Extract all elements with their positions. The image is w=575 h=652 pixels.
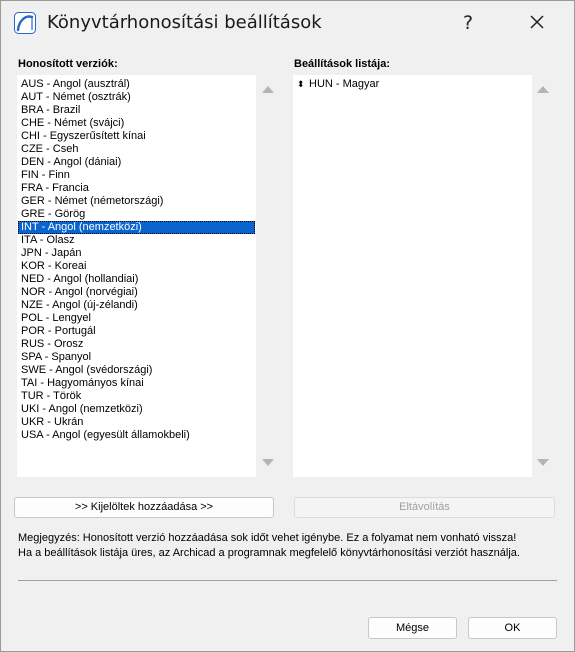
list-item[interactable]: NZE - Angol (új-zélandi) [18, 299, 255, 312]
list-item[interactable]: SPA - Spanyol [18, 351, 255, 364]
note-line-2: Ha a beállítások listája üres, az Archic… [18, 547, 520, 559]
add-selected-button[interactable]: >> Kijelöltek hozzáadása >> [14, 497, 274, 518]
list-item[interactable]: TUR - Török [18, 390, 255, 403]
list-item[interactable]: JPN - Japán [18, 247, 255, 260]
window-title: Könyvtárhonosítási beállítások [47, 12, 322, 33]
list-item[interactable]: GER - Német (németországi) [18, 195, 255, 208]
list-item[interactable]: AUS - Angol (ausztrál) [18, 78, 255, 91]
list-item[interactable]: GRE - Görög [18, 208, 255, 221]
list-item[interactable]: KOR - Koreai [18, 260, 255, 273]
list-item[interactable]: FRA - Francia [18, 182, 255, 195]
help-button[interactable]: ? [453, 10, 483, 36]
title-bar[interactable]: Könyvtárhonosítási beállítások ? [1, 1, 574, 45]
list-item[interactable]: CHI - Egyszerűsített kínai [18, 130, 255, 143]
settings-list[interactable]: ⬍ HUN - Magyar [293, 75, 532, 477]
list-item[interactable]: RUS - Orosz [18, 338, 255, 351]
list-item[interactable]: ⬍ HUN - Magyar [294, 78, 531, 91]
dialog-window: Könyvtárhonosítási beállítások ? Honosít… [0, 0, 575, 652]
list-item[interactable]: ITA - Olasz [18, 234, 255, 247]
cancel-button[interactable]: Mégse [368, 617, 457, 639]
list-item[interactable]: SWE - Angol (svédországi) [18, 364, 255, 377]
list-item[interactable]: POL - Lengyel [18, 312, 255, 325]
list-item-label: HUN - Magyar [309, 78, 380, 90]
list-item[interactable]: NED - Angol (hollandiai) [18, 273, 255, 286]
right-scroll-down-icon[interactable] [537, 459, 549, 466]
ok-button[interactable]: OK [468, 617, 557, 639]
list-item[interactable]: USA - Angol (egyesült államokbeli) [18, 429, 255, 442]
list-item[interactable]: CHE - Német (svájci) [18, 117, 255, 130]
list-item[interactable]: FIN - Finn [18, 169, 255, 182]
list-item[interactable]: AUT - Német (osztrák) [18, 91, 255, 104]
list-item[interactable]: NOR - Angol (norvégiai) [18, 286, 255, 299]
localized-versions-label: Honosított verziók: [18, 58, 118, 70]
archicad-app-icon [14, 12, 36, 34]
localized-versions-list[interactable]: AUS - Angol (ausztrál) AUT - Német (osztr… [17, 75, 256, 477]
list-item[interactable]: INT - Angol (nemzetközi) [18, 221, 255, 234]
settings-list-label: Beállítások listája: [294, 58, 390, 70]
list-item[interactable]: TAI - Hagyományos kínai [18, 377, 255, 390]
list-item[interactable]: UKR - Ukrán [18, 416, 255, 429]
note-text: Megjegyzés: Honosított verzió hozzáadása… [18, 531, 558, 561]
left-scroll-up-icon[interactable] [262, 86, 274, 93]
list-item[interactable]: POR - Portugál [18, 325, 255, 338]
drag-handle-icon[interactable]: ⬍ [297, 78, 309, 91]
close-icon[interactable] [522, 10, 552, 36]
footer-divider [18, 580, 557, 581]
left-scroll-down-icon[interactable] [262, 459, 274, 466]
list-item[interactable]: UKI - Angol (nemzetközi) [18, 403, 255, 416]
note-line-1: Megjegyzés: Honosított verzió hozzáadása… [18, 532, 517, 544]
remove-button[interactable]: Eltávolítás [294, 497, 555, 518]
list-item[interactable]: DEN - Angol (dániai) [18, 156, 255, 169]
right-scroll-up-icon[interactable] [537, 86, 549, 93]
list-item[interactable]: CZE - Cseh [18, 143, 255, 156]
list-item[interactable]: BRA - Brazil [18, 104, 255, 117]
